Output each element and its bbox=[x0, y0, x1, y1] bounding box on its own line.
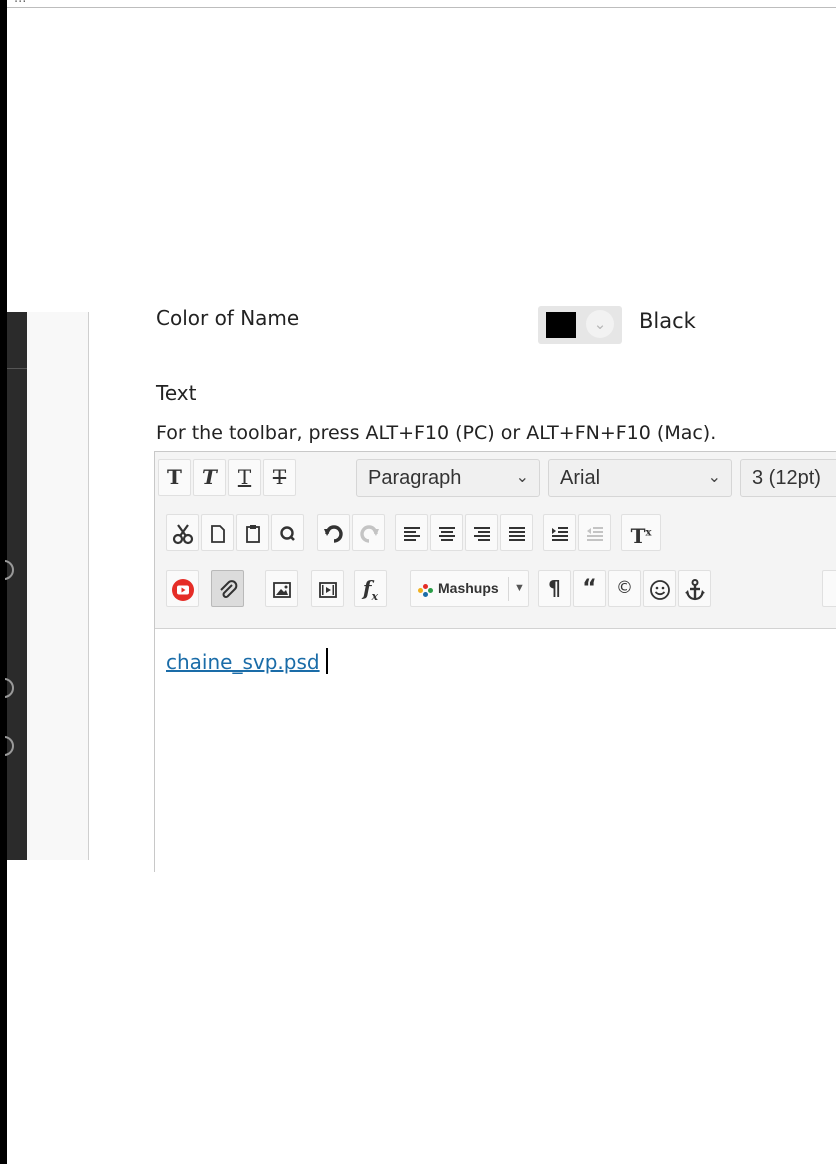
chevron-down-icon[interactable]: ⌄ bbox=[586, 310, 614, 338]
font-family-value: Arial bbox=[560, 467, 601, 489]
strikethrough-icon: T bbox=[272, 465, 287, 489]
align-center-button[interactable] bbox=[430, 514, 463, 551]
copy-button[interactable] bbox=[201, 514, 234, 551]
outdent-button[interactable] bbox=[578, 514, 611, 551]
undo-icon bbox=[323, 524, 343, 543]
mashups-split-divider bbox=[508, 577, 509, 601]
font-size-select[interactable]: 3 (12pt) bbox=[740, 459, 836, 497]
rail-divider bbox=[7, 368, 27, 369]
blockquote-button[interactable]: “ bbox=[573, 570, 606, 607]
cut-button[interactable] bbox=[166, 514, 199, 551]
align-right-button[interactable] bbox=[465, 514, 498, 551]
italic-icon: T bbox=[202, 465, 217, 489]
paste-button[interactable] bbox=[236, 514, 269, 551]
insert-media-button[interactable] bbox=[311, 570, 344, 607]
dark-side-rail bbox=[7, 312, 27, 860]
paste-icon bbox=[245, 524, 260, 543]
mashups-icon-dot bbox=[418, 588, 423, 593]
insert-image-button[interactable] bbox=[265, 570, 298, 607]
youtube-icon bbox=[171, 578, 194, 601]
anchor-icon bbox=[684, 578, 705, 600]
youtube-button[interactable] bbox=[166, 570, 199, 607]
align-center-icon bbox=[438, 526, 455, 541]
text-cursor bbox=[325, 648, 328, 674]
underline-button[interactable]: T bbox=[228, 459, 261, 496]
math-formula-icon: fx bbox=[362, 576, 379, 603]
copy-icon bbox=[210, 524, 225, 543]
chevron-down-icon: ⌄ bbox=[707, 469, 721, 486]
color-value: Black bbox=[639, 309, 696, 333]
rail-expand-icon[interactable] bbox=[5, 676, 19, 698]
paragraph-mark-icon: ¶ bbox=[548, 576, 561, 600]
attach-file-button[interactable] bbox=[211, 570, 244, 607]
align-left-button[interactable] bbox=[395, 514, 428, 551]
outdent-icon bbox=[586, 526, 603, 541]
caret-down-icon[interactable]: ▼ bbox=[514, 571, 525, 606]
block-format-select[interactable]: Paragraph ⌄ bbox=[356, 459, 540, 497]
attached-file-link[interactable]: chaine_svp.psd bbox=[166, 650, 320, 674]
quote-icon: “ bbox=[582, 576, 597, 601]
paragraph-mark-button[interactable]: ¶ bbox=[538, 570, 571, 607]
bold-icon: T bbox=[167, 465, 182, 489]
emoticon-button[interactable] bbox=[643, 570, 676, 607]
toolbar-overflow-button[interactable] bbox=[822, 570, 836, 607]
top-divider bbox=[7, 7, 836, 8]
media-icon bbox=[318, 581, 337, 598]
find-icon bbox=[279, 525, 295, 541]
align-justify-button[interactable] bbox=[500, 514, 533, 551]
find-button[interactable] bbox=[271, 514, 304, 551]
chevron-down-icon: ⌄ bbox=[515, 469, 529, 486]
color-of-name-label: Color of Name bbox=[156, 306, 300, 330]
copyright-icon: © bbox=[616, 578, 633, 598]
align-justify-icon bbox=[508, 526, 525, 541]
image-icon bbox=[272, 581, 291, 598]
redo-icon bbox=[359, 524, 379, 543]
emoticon-icon bbox=[649, 579, 670, 600]
editor-content[interactable]: chaine_svp.psd bbox=[166, 648, 328, 674]
mashups-icon-dot bbox=[423, 592, 428, 597]
font-family-select[interactable]: Arial ⌄ bbox=[548, 459, 732, 497]
frame-left-border bbox=[0, 0, 7, 1164]
font-size-value: 3 (12pt) bbox=[752, 467, 821, 489]
bold-button[interactable]: T bbox=[158, 459, 191, 496]
block-format-value: Paragraph bbox=[368, 467, 462, 489]
course-menu-panel bbox=[27, 312, 89, 860]
anchor-button[interactable] bbox=[678, 570, 711, 607]
text-field-label: Text bbox=[156, 381, 197, 405]
superscript-button[interactable]: Tx bbox=[621, 514, 661, 551]
cut-icon bbox=[172, 523, 193, 544]
undo-button[interactable] bbox=[317, 514, 350, 551]
copyright-button[interactable]: © bbox=[608, 570, 641, 607]
redo-button[interactable] bbox=[352, 514, 385, 551]
align-left-icon bbox=[403, 526, 420, 541]
superscript-icon: Tx bbox=[630, 523, 652, 548]
mashups-icon bbox=[423, 584, 428, 589]
rail-expand-icon[interactable] bbox=[5, 734, 19, 756]
mashups-dropdown[interactable]: Mashups ▼ bbox=[410, 570, 529, 607]
clipped-top-text: ... bbox=[14, 0, 26, 6]
indent-button[interactable] bbox=[543, 514, 576, 551]
math-formula-button[interactable]: fx bbox=[354, 570, 387, 607]
editor-toolbar: T T T T Paragraph ⌄ Arial ⌄ 3 (12pt) Tx … bbox=[155, 452, 836, 629]
align-right-icon bbox=[473, 526, 490, 541]
mashups-label: Mashups bbox=[438, 580, 499, 596]
underline-icon: T bbox=[237, 465, 252, 489]
rail-expand-icon[interactable] bbox=[5, 558, 19, 580]
attach-icon bbox=[219, 579, 237, 598]
indent-icon bbox=[551, 526, 568, 541]
color-swatch[interactable] bbox=[546, 312, 576, 338]
mashups-icon-dot bbox=[428, 588, 433, 593]
toolbar-hint: For the toolbar, press ALT+F10 (PC) or A… bbox=[156, 422, 717, 444]
italic-button[interactable]: T bbox=[193, 459, 226, 496]
strikethrough-button[interactable]: T bbox=[263, 459, 296, 496]
